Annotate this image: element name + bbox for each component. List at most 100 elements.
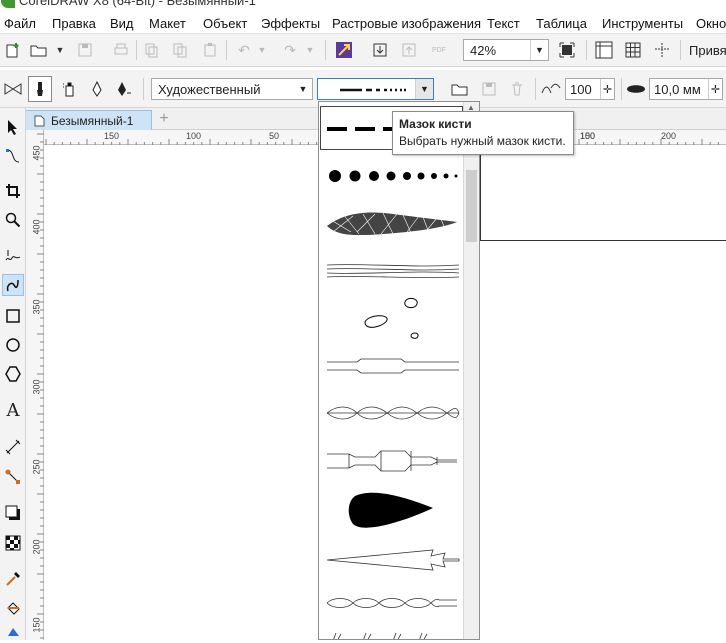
brush-category-dropdown[interactable]: Художественный ▼ bbox=[151, 78, 313, 100]
tooltip: Мазок кисти Выбрать нужный мазок кисти. bbox=[392, 111, 574, 155]
smoothing-icon bbox=[540, 78, 562, 100]
menu-text[interactable]: Текст bbox=[487, 16, 520, 31]
brush-stroke-dropdown[interactable]: ▼ bbox=[317, 78, 434, 100]
brush-list-scrollbar[interactable]: ▲ bbox=[463, 102, 479, 639]
separator bbox=[680, 40, 681, 60]
menu-edit[interactable]: Правка bbox=[52, 16, 96, 31]
freehand-tool-icon[interactable] bbox=[2, 245, 24, 267]
menu-window[interactable]: Окно bbox=[696, 16, 726, 31]
zoom-tool-icon[interactable] bbox=[2, 209, 24, 231]
menu-table[interactable]: Таблица bbox=[536, 16, 587, 31]
menu-view[interactable]: Вид bbox=[110, 16, 134, 31]
new-icon[interactable] bbox=[2, 39, 24, 61]
sprayer-icon[interactable] bbox=[58, 78, 80, 100]
brush-option-lines[interactable] bbox=[323, 262, 461, 283]
crop-tool-icon[interactable] bbox=[2, 180, 24, 202]
drop-shadow-tool-icon[interactable] bbox=[2, 502, 24, 524]
menu-object[interactable]: Объект bbox=[203, 16, 247, 31]
stroke-width-icon bbox=[625, 78, 647, 100]
save-icon[interactable] bbox=[74, 39, 96, 61]
tab-document-label: Безымянный-1 bbox=[51, 114, 134, 128]
cut-icon[interactable] bbox=[140, 39, 162, 61]
pdf-icon[interactable]: PDF bbox=[428, 39, 450, 61]
full-screen-icon[interactable] bbox=[556, 39, 578, 61]
brush-option-segments[interactable] bbox=[323, 448, 461, 477]
spin-stepper-icon[interactable]: ✛ bbox=[600, 79, 614, 99]
parallel-dimension-tool-icon[interactable] bbox=[2, 436, 24, 458]
menu-file[interactable]: Файл bbox=[4, 16, 36, 31]
snap-to-button[interactable]: Привя bbox=[689, 43, 726, 58]
rectangle-tool-icon[interactable] bbox=[2, 305, 24, 327]
open-icon[interactable] bbox=[28, 39, 50, 61]
export-icon[interactable] bbox=[398, 39, 420, 61]
scrollbar-thumb[interactable] bbox=[466, 170, 477, 242]
import-icon[interactable] bbox=[369, 39, 391, 61]
vertical-ruler[interactable]: 450 400 350 300 250 200 150 bbox=[26, 130, 44, 640]
grid-icon[interactable] bbox=[622, 39, 644, 61]
polygon-tool-icon[interactable] bbox=[2, 363, 24, 385]
brush-option-pearls[interactable] bbox=[323, 595, 461, 614]
text-tool-icon[interactable]: A bbox=[2, 399, 24, 421]
separator bbox=[621, 78, 622, 100]
brush-option-grass[interactable] bbox=[323, 630, 461, 639]
tooltip-text: Выбрать нужный мазок кисти. bbox=[399, 134, 566, 148]
pick-tool-icon[interactable] bbox=[2, 116, 24, 138]
delete-icon[interactable] bbox=[506, 78, 528, 100]
zoom-level-dropdown[interactable]: 42% ▼ bbox=[463, 39, 549, 61]
rulers-icon[interactable] bbox=[593, 39, 615, 61]
artistic-media-tool-icon[interactable] bbox=[2, 274, 24, 296]
tab-document[interactable]: Безымянный-1 bbox=[24, 110, 152, 130]
separator bbox=[325, 40, 326, 60]
search-content-icon[interactable] bbox=[333, 39, 355, 61]
standard-toolbar: ▼ ↶ ▼ ↷ ▼ PDF 42% ▼ Привя bbox=[0, 34, 726, 67]
transparency-tool-icon[interactable] bbox=[2, 532, 24, 554]
separator bbox=[136, 40, 137, 60]
menu-tools[interactable]: Инструменты bbox=[602, 16, 683, 31]
separator bbox=[586, 40, 587, 60]
redo-dropdown-icon[interactable]: ▼ bbox=[299, 39, 321, 61]
tooltip-title: Мазок кисти bbox=[399, 117, 472, 131]
menu-layout[interactable]: Макет bbox=[149, 16, 186, 31]
brush-option-ribbon[interactable] bbox=[323, 357, 461, 378]
chevron-down-icon: ▼ bbox=[415, 79, 433, 99]
spin-stepper-icon[interactable]: ✛ bbox=[708, 79, 722, 99]
eyedropper-tool-icon[interactable] bbox=[2, 568, 24, 590]
separator bbox=[143, 78, 144, 100]
undo-dropdown-icon[interactable]: ▼ bbox=[251, 39, 273, 61]
brush-option-blobs[interactable] bbox=[323, 294, 461, 349]
calligraphic-icon[interactable] bbox=[86, 78, 108, 100]
preset-mode-icon[interactable] bbox=[2, 78, 24, 100]
menu-bar: Файл Правка Вид Макет Объект Эффекты Рас… bbox=[0, 12, 726, 34]
guidelines-icon[interactable] bbox=[651, 39, 673, 61]
interactive-fill-tool-icon[interactable] bbox=[2, 597, 24, 619]
brush-stroke-list[interactable]: ▲ bbox=[318, 101, 480, 640]
save-stroke-icon[interactable] bbox=[478, 78, 500, 100]
browse-folder-icon[interactable] bbox=[449, 78, 471, 100]
brush-mode-icon[interactable] bbox=[28, 76, 52, 102]
brush-option-teardrop[interactable] bbox=[323, 488, 461, 541]
title-bar: CorelDRAW X8 (64-Bit) - Безымянный-1 bbox=[0, 0, 726, 12]
stroke-width-input[interactable]: 10,0 мм ✛ bbox=[649, 78, 723, 100]
redo-icon[interactable]: ↷ bbox=[279, 39, 301, 61]
brush-option-dots[interactable] bbox=[323, 164, 461, 191]
connector-tool-icon[interactable] bbox=[2, 466, 24, 488]
open-dropdown-icon[interactable]: ▼ bbox=[49, 39, 71, 61]
paste-icon[interactable] bbox=[199, 39, 221, 61]
smoothing-input[interactable]: 100 ✛ bbox=[565, 78, 615, 100]
stroke-width-value: 10,0 мм bbox=[654, 82, 701, 97]
menu-bitmaps[interactable]: Растровые изображения bbox=[332, 16, 481, 31]
brush-option-spike[interactable] bbox=[323, 548, 461, 575]
menu-effects[interactable]: Эффекты bbox=[261, 16, 320, 31]
shape-tool-icon[interactable] bbox=[2, 145, 24, 167]
copy-icon[interactable] bbox=[169, 39, 191, 61]
chevron-down-icon: ▼ bbox=[530, 40, 548, 60]
ellipse-tool-icon[interactable] bbox=[2, 334, 24, 356]
expression-icon[interactable] bbox=[113, 78, 135, 100]
brush-option-chain[interactable] bbox=[323, 404, 461, 425]
ruler-ticks bbox=[37, 133, 44, 639]
brush-option-textured[interactable] bbox=[323, 206, 461, 243]
separator bbox=[535, 78, 536, 100]
print-icon[interactable] bbox=[110, 39, 132, 61]
add-tab-icon[interactable]: + bbox=[155, 111, 173, 127]
stroke-preview bbox=[340, 88, 406, 92]
